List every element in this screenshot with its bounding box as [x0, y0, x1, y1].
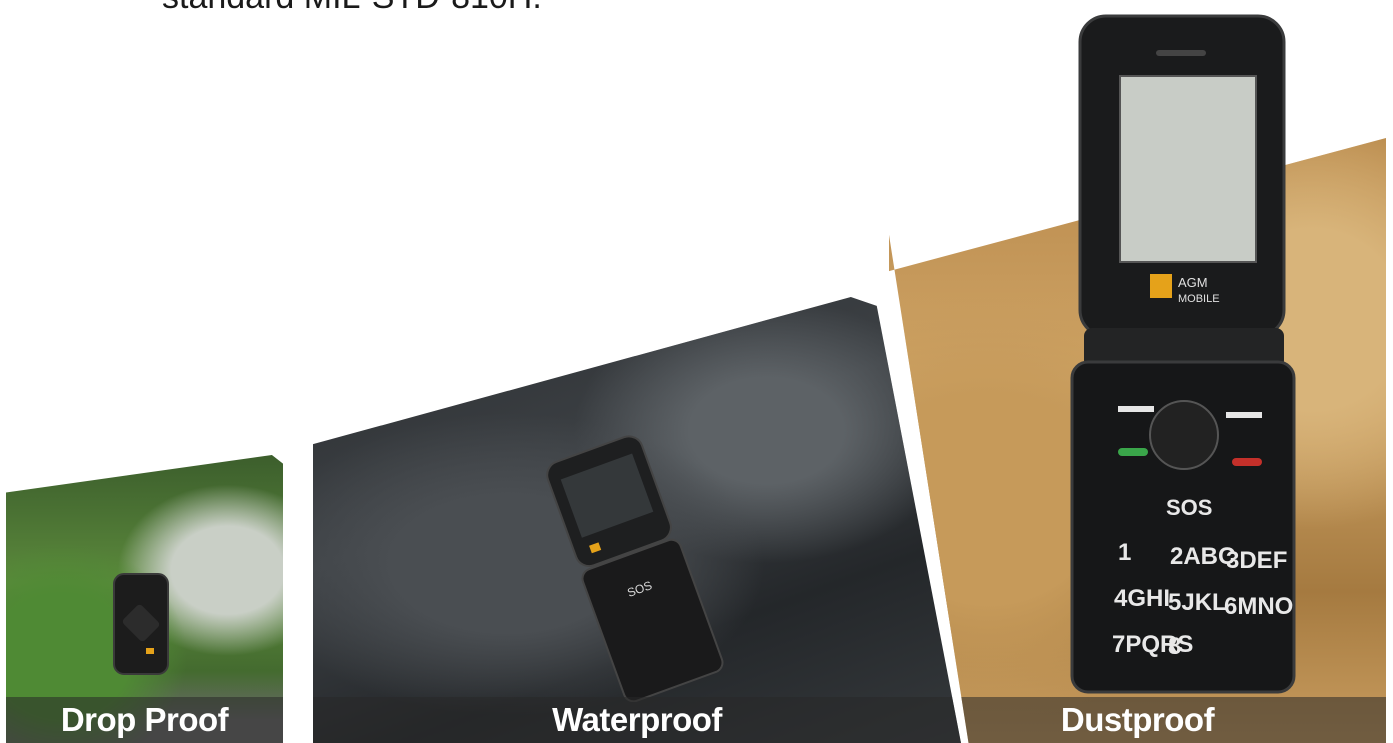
key-3: 3DEF [1226, 547, 1287, 574]
key-8: 8 [1168, 633, 1181, 660]
brand-line1: AGM [1178, 275, 1208, 290]
waterproof-panel: SOS Waterproof [313, 297, 961, 743]
drop-proof-panel: Drop Proof [6, 455, 283, 743]
key-6: 6MNO [1224, 593, 1293, 620]
wet-phone-image: SOS [546, 435, 724, 702]
page-heading: standard MIL-STD-810H. [162, 0, 542, 17]
key-5: 5JKL [1168, 589, 1227, 616]
falling-phone-image [113, 573, 169, 675]
sos-key: SOS [1166, 495, 1212, 520]
brand-line2: MOBILE [1178, 293, 1220, 305]
waterproof-label: Waterproof [313, 697, 961, 743]
key-4: 4GHI [1114, 585, 1170, 612]
flip-phone-image: AGM MOBILE SOS 1 2ABC 3DEF 4GHI 5JKL 6MN… [1070, 14, 1296, 694]
drop-proof-label: Drop Proof [6, 697, 283, 743]
key-1: 1 [1118, 539, 1131, 566]
dustproof-label: Dustproof [889, 697, 1386, 743]
